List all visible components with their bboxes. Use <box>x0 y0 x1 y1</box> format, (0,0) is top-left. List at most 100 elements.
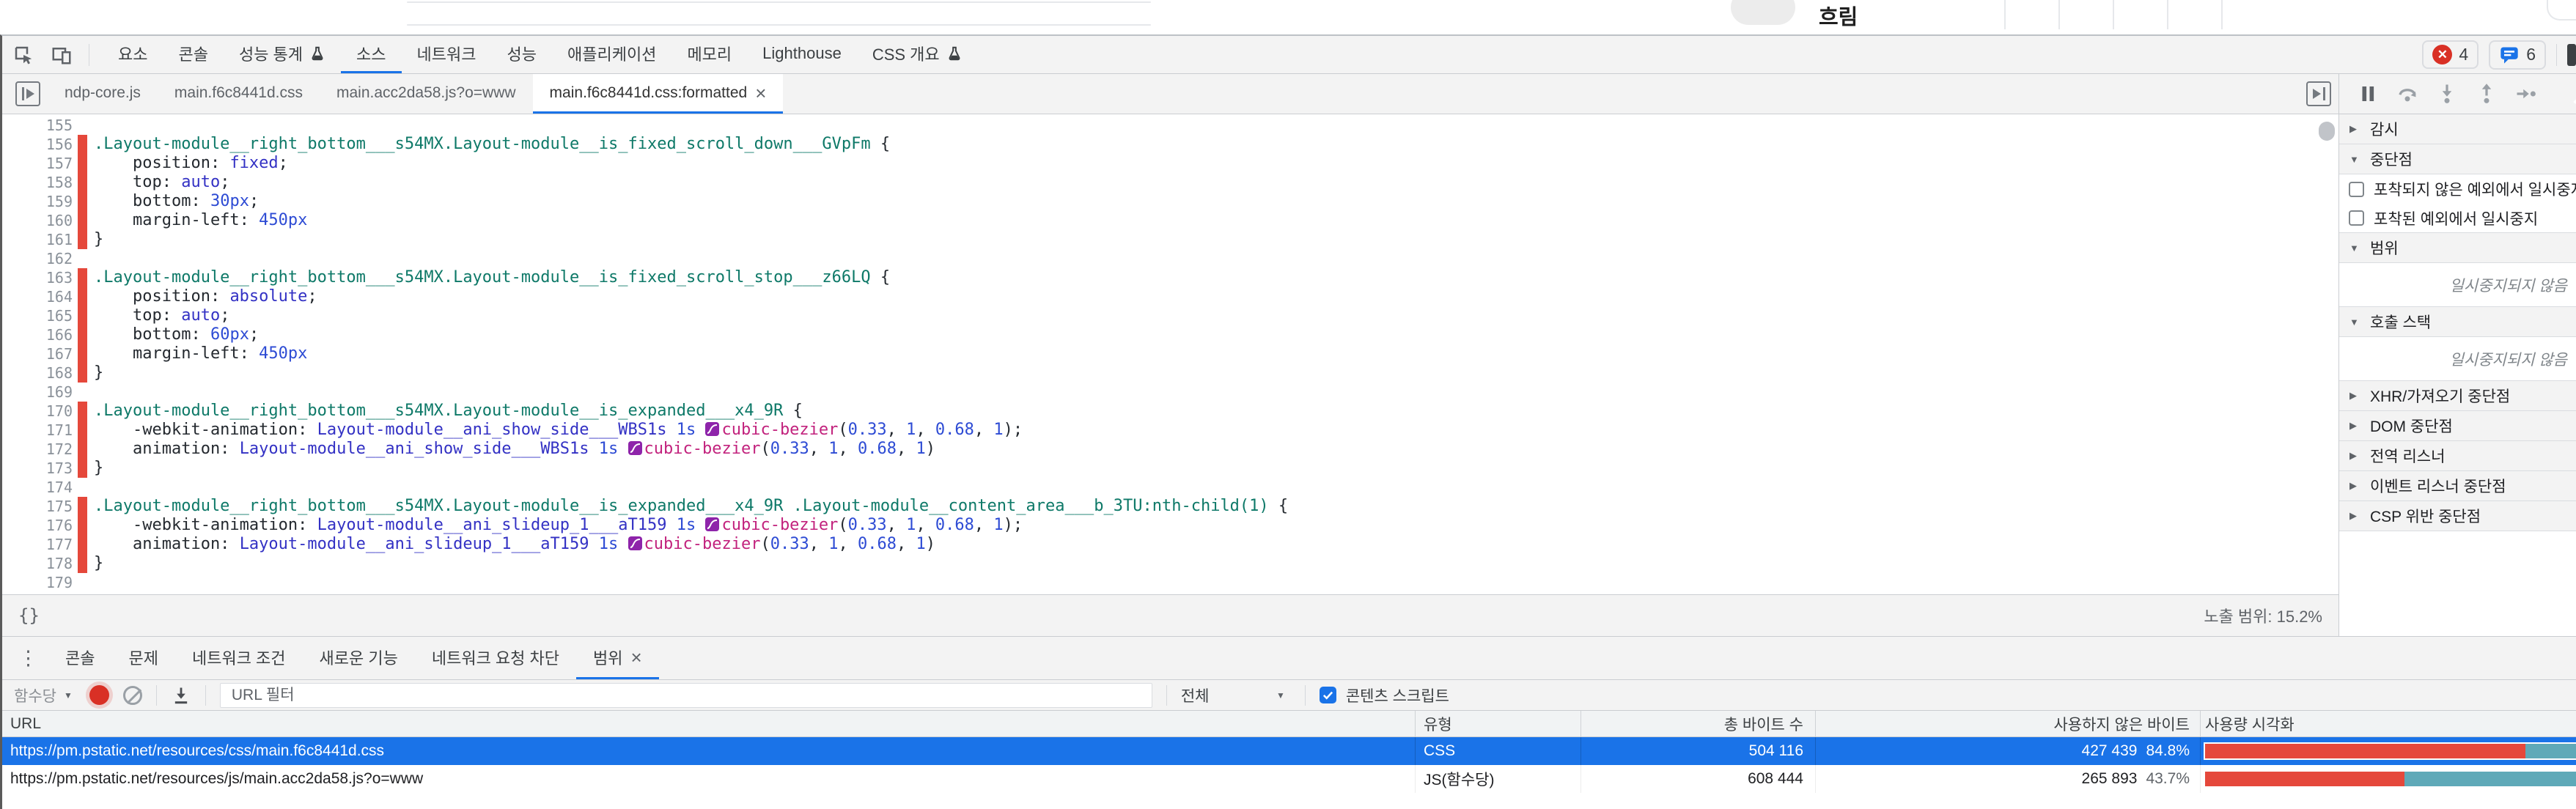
bezier-swatch-icon[interactable] <box>628 441 642 455</box>
section-call-stack[interactable]: ▼호출 스택 <box>2339 307 2576 337</box>
line-number[interactable]: 161 <box>2 230 73 249</box>
drawer-tab-network-request-blocking[interactable]: 네트워크 요청 차단 <box>415 637 576 679</box>
drawer-tab-coverage[interactable]: 범위× <box>576 637 659 679</box>
pause-script-icon[interactable] <box>2357 83 2379 105</box>
section-event-listener-breakpoints[interactable]: ▶이벤트 리스너 중단점 <box>2339 471 2576 501</box>
line-number[interactable]: 166 <box>2 325 73 344</box>
device-toolbar-icon[interactable] <box>51 44 73 66</box>
close-tab-icon[interactable]: × <box>755 84 766 103</box>
table-row[interactable]: https://pm.pstatic.net/resources/js/main… <box>2 765 2576 793</box>
file-tab-ndp-core.js[interactable]: ndp-core.js <box>48 74 158 114</box>
line-number[interactable]: 155 <box>2 116 73 135</box>
step-over-icon[interactable] <box>2396 83 2418 105</box>
drawer-tab-whats-new[interactable]: 새로운 기능 <box>303 637 415 679</box>
drawer-tab-network-conditions[interactable]: 네트워크 조건 <box>175 637 303 679</box>
tab-console[interactable]: 콘솔 <box>163 36 223 73</box>
code-token: 1 <box>916 440 925 458</box>
tab-application[interactable]: 애플리케이션 <box>552 36 671 73</box>
code-line: 172 animation: Layout-module__ani_show_s… <box>2 440 2309 459</box>
line-number[interactable]: 156 <box>2 135 73 154</box>
line-number[interactable]: 162 <box>2 249 73 268</box>
code-line: 164 position: absolute; <box>2 287 2309 306</box>
deactivate-breakpoints-icon[interactable] <box>2572 83 2576 105</box>
unused-coverage-stripe <box>78 344 87 363</box>
bezier-swatch-icon[interactable] <box>705 517 719 531</box>
line-number[interactable]: 157 <box>2 154 73 173</box>
line-number[interactable]: 172 <box>2 440 73 459</box>
line-number[interactable]: 177 <box>2 535 73 554</box>
bezier-swatch-icon[interactable] <box>628 536 642 550</box>
tab-performance[interactable]: 성능 <box>492 36 552 73</box>
line-number[interactable]: 173 <box>2 459 73 478</box>
file-tab-main.acc2da58.js?o=www[interactable]: main.acc2da58.js?o=www <box>320 74 533 114</box>
line-number[interactable]: 169 <box>2 383 73 402</box>
line-number[interactable]: 168 <box>2 363 73 383</box>
drawer-tab-label: 문제 <box>128 646 158 669</box>
line-number[interactable]: 174 <box>2 478 73 497</box>
tab-network[interactable]: 네트워크 <box>402 36 492 73</box>
line-number[interactable]: 175 <box>2 497 73 516</box>
tab-sources[interactable]: 소스 <box>341 36 401 73</box>
checkbox-pause-caught[interactable]: 포착된 예외에서 일시중지 <box>2339 204 2576 233</box>
tab-performance-insights[interactable]: 성능 통계 <box>224 36 341 73</box>
col-total-bytes[interactable]: 총 바이트 수 <box>1581 711 1816 736</box>
step-out-icon[interactable] <box>2476 83 2498 105</box>
file-tab-main.f6c8441d.css[interactable]: main.f6c8441d.css <box>158 74 320 114</box>
tab-elements[interactable]: 요소 <box>103 36 163 73</box>
col-type[interactable]: 유형 <box>1416 711 1581 736</box>
step-icon[interactable] <box>2515 83 2537 105</box>
section-xhr-fetch-breakpoints[interactable]: ▶XHR/가져오기 중단점 <box>2339 381 2576 411</box>
tab-css-overview[interactable]: CSS 개요 <box>857 36 978 73</box>
sidebar-toggle-icon[interactable] <box>2306 81 2331 106</box>
table-row[interactable]: https://pm.pstatic.net/resources/css/mai… <box>2 737 2576 765</box>
step-into-icon[interactable] <box>2436 83 2458 105</box>
line-number[interactable]: 178 <box>2 554 73 573</box>
close-tab-icon[interactable]: × <box>631 648 642 667</box>
bezier-swatch-icon[interactable] <box>705 422 719 436</box>
file-tab-main.f6c8441d.css:formatted[interactable]: main.f6c8441d.css:formatted× <box>533 74 784 114</box>
line-number[interactable]: 179 <box>2 573 73 592</box>
line-number[interactable]: 163 <box>2 268 73 287</box>
col-usage-visualization[interactable]: 사용량 시각화 <box>2201 711 2576 736</box>
line-number[interactable]: 164 <box>2 287 73 306</box>
line-number[interactable]: 159 <box>2 192 73 211</box>
clear-coverage-button[interactable] <box>123 686 142 705</box>
more-options-icon[interactable] <box>2567 44 2576 66</box>
line-number[interactable]: 160 <box>2 211 73 230</box>
inspect-element-icon[interactable] <box>12 44 34 66</box>
drawer-tab-console[interactable]: 콘솔 <box>48 637 111 679</box>
issues-badge[interactable]: 6 <box>2489 40 2546 70</box>
col-unused-bytes[interactable]: 사용하지 않은 바이트 <box>1816 711 2201 736</box>
section-csp-violation-breakpoints[interactable]: ▶CSP 위반 중단점 <box>2339 501 2576 531</box>
line-number[interactable]: 167 <box>2 344 73 363</box>
content-scripts-checkbox[interactable]: 콘텐츠 스크립트 <box>1320 684 1449 706</box>
line-number[interactable]: 171 <box>2 421 73 440</box>
pretty-print-button[interactable]: {} <box>18 605 40 626</box>
debugger-sidebar: ▶감시▼중단점포착되지 않은 예외에서 일시중지포착된 예외에서 일시중지▼범위… <box>2338 74 2576 636</box>
export-coverage-icon[interactable] <box>171 685 191 706</box>
drawer-tab-issues[interactable]: 문제 <box>111 637 174 679</box>
navigator-toggle-icon[interactable] <box>15 81 40 106</box>
error-badge[interactable]: ✕ 4 <box>2422 40 2479 69</box>
editor-scrollbar-thumb[interactable] <box>2319 122 2335 141</box>
section-scope[interactable]: ▼범위 <box>2339 233 2576 263</box>
line-number[interactable]: 165 <box>2 306 73 325</box>
line-number[interactable]: 176 <box>2 516 73 535</box>
drawer-menu-icon[interactable]: ⋮ <box>8 649 48 668</box>
section-breakpoints[interactable]: ▼중단점 <box>2339 144 2576 174</box>
tab-memory[interactable]: 메모리 <box>671 36 747 73</box>
code-editor[interactable]: 155156.Layout-module__right_bottom___s54… <box>2 114 2338 594</box>
line-number[interactable]: 170 <box>2 402 73 421</box>
record-coverage-button[interactable] <box>89 685 109 705</box>
tab-lighthouse[interactable]: Lighthouse <box>747 36 857 73</box>
col-url[interactable]: URL <box>2 711 1416 736</box>
coverage-type-select[interactable]: 전체 ▼ <box>1181 684 1291 706</box>
url-filter-input[interactable] <box>220 683 1152 708</box>
coverage-granularity-select[interactable]: 함수당 ▼ <box>14 684 73 706</box>
code-token: position: <box>94 154 229 172</box>
section-watch[interactable]: ▶감시 <box>2339 114 2576 144</box>
section-dom-breakpoints[interactable]: ▶DOM 중단점 <box>2339 411 2576 441</box>
checkbox-pause-uncaught[interactable]: 포착되지 않은 예외에서 일시중지 <box>2339 174 2576 204</box>
section-global-listeners[interactable]: ▶전역 리스너 <box>2339 441 2576 471</box>
line-number[interactable]: 158 <box>2 173 73 192</box>
